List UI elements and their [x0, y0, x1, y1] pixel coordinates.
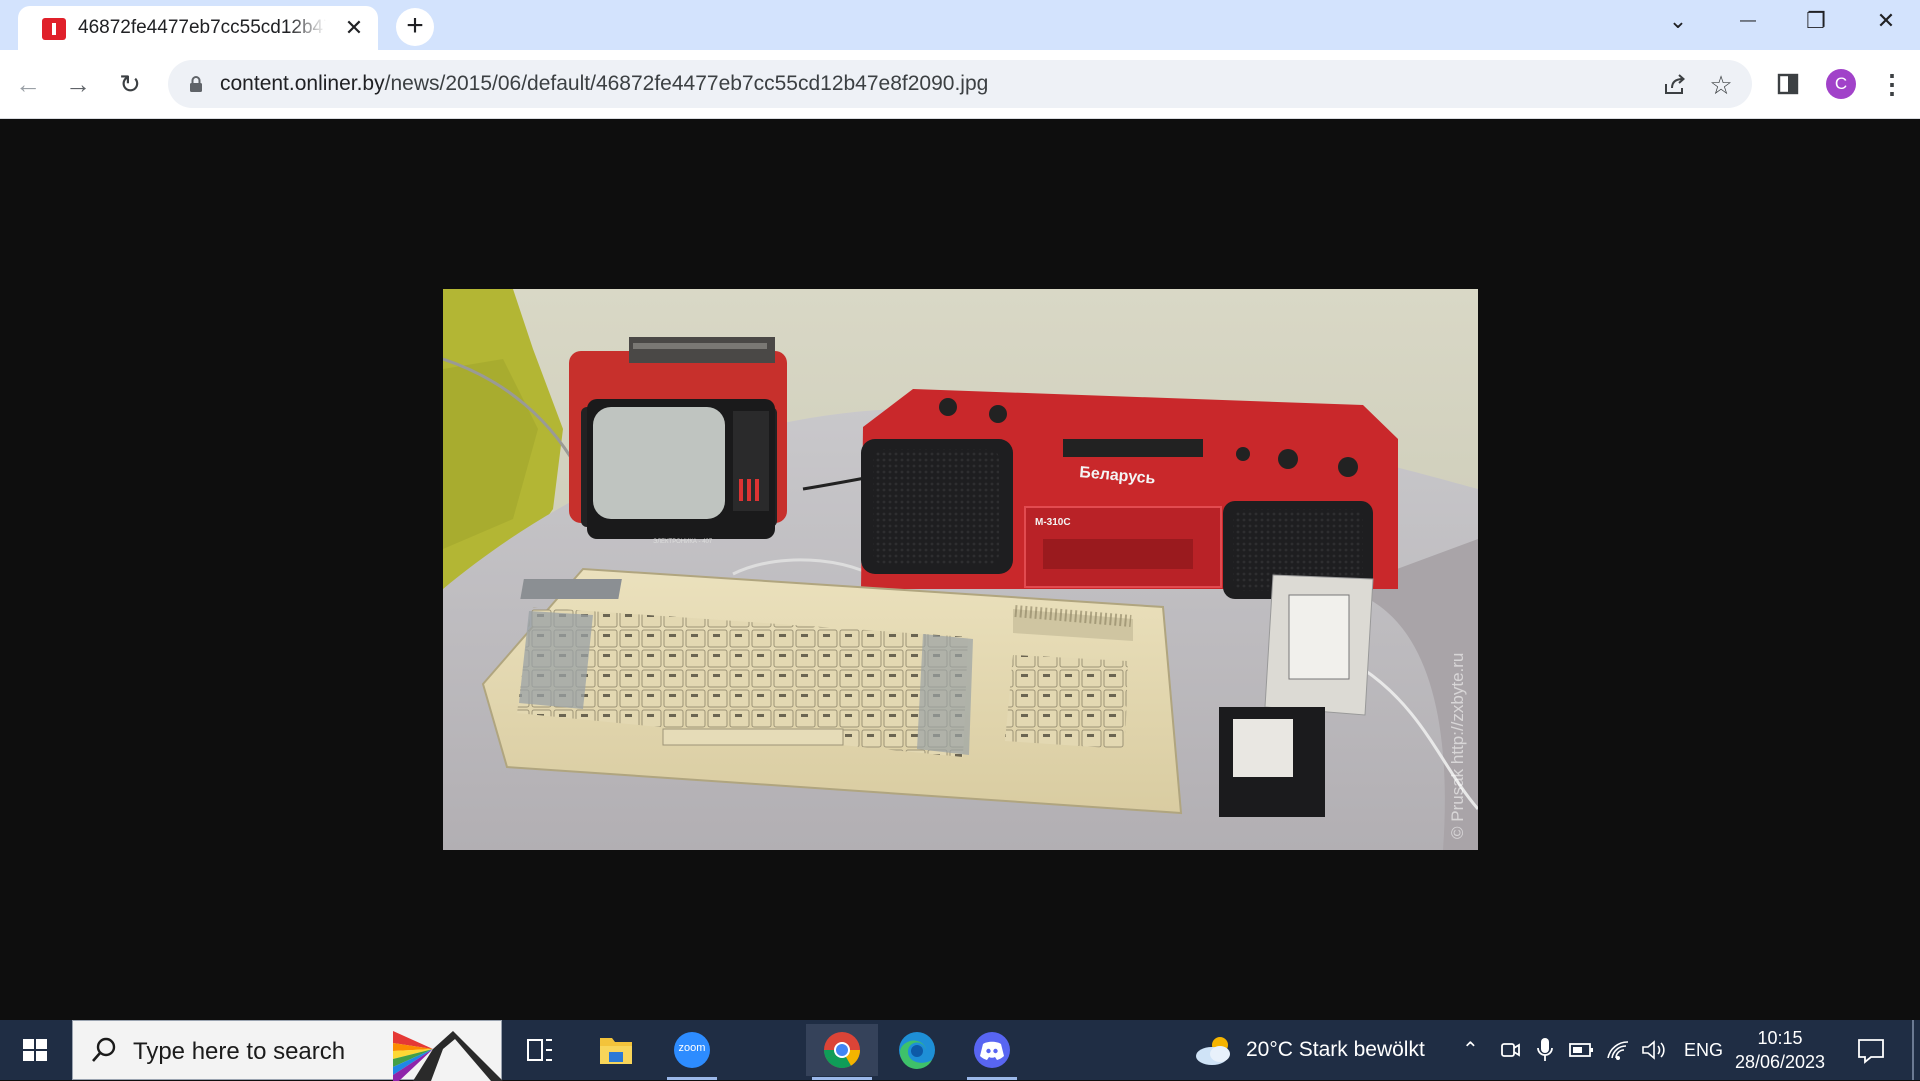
- lock-icon[interactable]: [186, 74, 206, 94]
- chevron-up-icon[interactable]: ⌃: [1462, 1020, 1479, 1080]
- back-button[interactable]: ←: [8, 64, 48, 104]
- menu-icon[interactable]: ⋮: [1876, 68, 1908, 100]
- photo-watermark: © Prusak http://zxbyte.ru: [1448, 653, 1467, 839]
- meet-now-icon[interactable]: [1498, 1038, 1522, 1062]
- chrome-button[interactable]: [806, 1024, 878, 1080]
- profile-avatar[interactable]: C: [1826, 69, 1856, 99]
- zoom-label: zoom: [678, 1042, 706, 1054]
- task-view-icon: [527, 1039, 552, 1061]
- microphone-icon[interactable]: [1534, 1036, 1556, 1064]
- forward-button[interactable]: →: [58, 64, 98, 104]
- wifi-icon[interactable]: [1606, 1038, 1632, 1062]
- taskbar: Type here to search zoom 20°C Stark bewö…: [0, 1020, 1920, 1081]
- radio-model-label: М-310С: [1035, 517, 1071, 528]
- minimize-button[interactable]: —: [1720, 0, 1776, 44]
- share-icon[interactable]: [1662, 72, 1688, 98]
- tab-strip: 46872fe4477eb7cc55cd12b47e8f2090.jpg ✕ +…: [0, 0, 1920, 50]
- language-indicator[interactable]: ENG: [1684, 1020, 1723, 1080]
- edge-icon: [899, 1032, 935, 1069]
- tv-label: ЭЛЕКТРОНИКА - 407: [653, 539, 713, 545]
- onliner-favicon-icon: [42, 18, 66, 40]
- file-explorer-button[interactable]: [585, 1024, 647, 1076]
- photo[interactable]: ЭЛЕКТРОНИКА - 407 Беларусь М-310С © Prus…: [443, 289, 1478, 850]
- bookmark-star-icon[interactable]: ☆: [1708, 72, 1734, 98]
- zoom-button[interactable]: zoom: [661, 1024, 723, 1080]
- tab-close-icon[interactable]: ✕: [340, 14, 368, 42]
- clock-date: 28/06/2023: [1734, 1052, 1826, 1072]
- weather-cloud-icon[interactable]: [1194, 1034, 1234, 1066]
- notifications-icon[interactable]: [1856, 1036, 1886, 1066]
- tab-search-icon[interactable]: ⌄: [1650, 0, 1706, 44]
- search-placeholder: Type here to search: [133, 1038, 346, 1065]
- chrome-icon: [824, 1032, 860, 1069]
- discord-button[interactable]: [961, 1024, 1023, 1080]
- url-host: content.onliner.by: [220, 72, 385, 95]
- windows-start-icon[interactable]: [12, 1030, 58, 1070]
- window-close-button[interactable]: ✕: [1858, 0, 1914, 44]
- url-text[interactable]: content.onliner.by/news/2015/06/default/…: [220, 72, 988, 96]
- battery-icon[interactable]: [1568, 1040, 1596, 1060]
- show-desktop-button[interactable]: [1912, 1020, 1914, 1080]
- task-view-button[interactable]: [508, 1024, 570, 1076]
- image-viewer: ЭЛЕКТРОНИКА - 407 Беларусь М-310С © Prus…: [0, 119, 1920, 1020]
- folder-icon: [600, 1038, 632, 1064]
- search-icon: [92, 1037, 116, 1062]
- tab-title: 46872fe4477eb7cc55cd12b47e8f2090.jpg: [78, 17, 326, 38]
- discord-icon: [974, 1032, 1010, 1068]
- search-highlight-rainbow-icon: [393, 1031, 503, 1081]
- url-path: /news/2015/06/default/46872fe4477eb7cc55…: [384, 72, 989, 95]
- edge-button[interactable]: [886, 1024, 948, 1076]
- side-panel-icon[interactable]: [1772, 68, 1804, 100]
- reload-button[interactable]: ↻: [110, 64, 150, 104]
- browser-tab[interactable]: 46872fe4477eb7cc55cd12b47e8f2090.jpg ✕: [18, 6, 378, 50]
- weather-text[interactable]: 20°C Stark bewölkt: [1246, 1020, 1425, 1080]
- browser-toolbar: ← → ↻ content.onliner.by/news/2015/06/de…: [0, 50, 1920, 119]
- address-bar[interactable]: content.onliner.by/news/2015/06/default/…: [168, 60, 1752, 108]
- taskbar-search-box[interactable]: Type here to search: [72, 1020, 503, 1081]
- restore-button[interactable]: ❐: [1788, 0, 1844, 44]
- clock[interactable]: 10:15 28/06/2023: [1730, 1026, 1830, 1074]
- volume-icon[interactable]: [1640, 1038, 1668, 1062]
- clock-time: 10:15: [1757, 1028, 1803, 1048]
- new-tab-button[interactable]: +: [396, 8, 434, 46]
